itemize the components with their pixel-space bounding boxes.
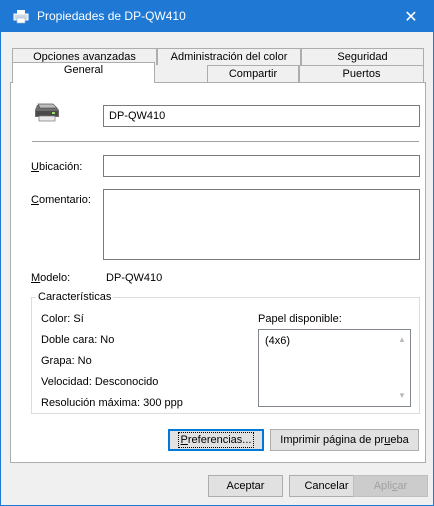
tab-compartir[interactable]: Compartir [207, 65, 299, 82]
paper-label: Papel disponible: [258, 313, 342, 325]
tab-general[interactable]: General [12, 62, 155, 83]
list-item[interactable]: (4x6) [265, 335, 290, 347]
separator [32, 141, 419, 142]
tab-seguridad[interactable]: Seguridad [301, 48, 424, 65]
tab-administracion-color[interactable]: Administración del color [157, 48, 301, 65]
preferences-button[interactable]: Preferencias... [168, 429, 264, 451]
feature-color: Color: Sí [41, 313, 84, 325]
print-test-page-button[interactable]: Imprimir página de prueba [270, 429, 419, 451]
feature-duplex: Doble cara: No [41, 334, 115, 346]
printer-name-value: DP-QW410 [109, 110, 166, 122]
model-label: Modelo: [31, 272, 71, 284]
general-panel: DP-QW410 Ubicación: Comentario: Modelo: … [10, 82, 426, 463]
comment-input[interactable] [103, 189, 420, 260]
window-title: Propiedades de DP-QW410 [37, 9, 186, 23]
printer-icon [13, 9, 29, 24]
feature-staple: Grapa: No [41, 355, 92, 367]
location-label: Ubicación: [31, 161, 83, 173]
feature-resolution: Resolución máxima: 300 ppp [41, 397, 183, 409]
apply-button[interactable]: Aplicar [353, 475, 428, 497]
title-bar: Propiedades de DP-QW410 ✕ [1, 1, 433, 32]
printer-large-icon [32, 103, 62, 126]
tab-puertos[interactable]: Puertos [299, 65, 424, 82]
properties-dialog: Propiedades de DP-QW410 ✕ Opciones avanz… [0, 0, 434, 506]
comment-label: Comentario: [31, 194, 91, 206]
feature-speed: Velocidad: Desconocido [41, 376, 159, 388]
ok-button[interactable]: Aceptar [208, 475, 283, 497]
close-icon[interactable]: ✕ [389, 1, 433, 32]
scroll-down-icon[interactable]: ▼ [396, 390, 408, 402]
location-input[interactable] [103, 155, 420, 177]
features-title: Características [36, 291, 114, 303]
scroll-up-icon[interactable]: ▲ [396, 334, 408, 346]
model-value: DP-QW410 [106, 272, 163, 284]
printer-name-field[interactable]: DP-QW410 [103, 105, 420, 127]
paper-listbox[interactable]: (4x6) ▲ ▼ [258, 329, 411, 407]
